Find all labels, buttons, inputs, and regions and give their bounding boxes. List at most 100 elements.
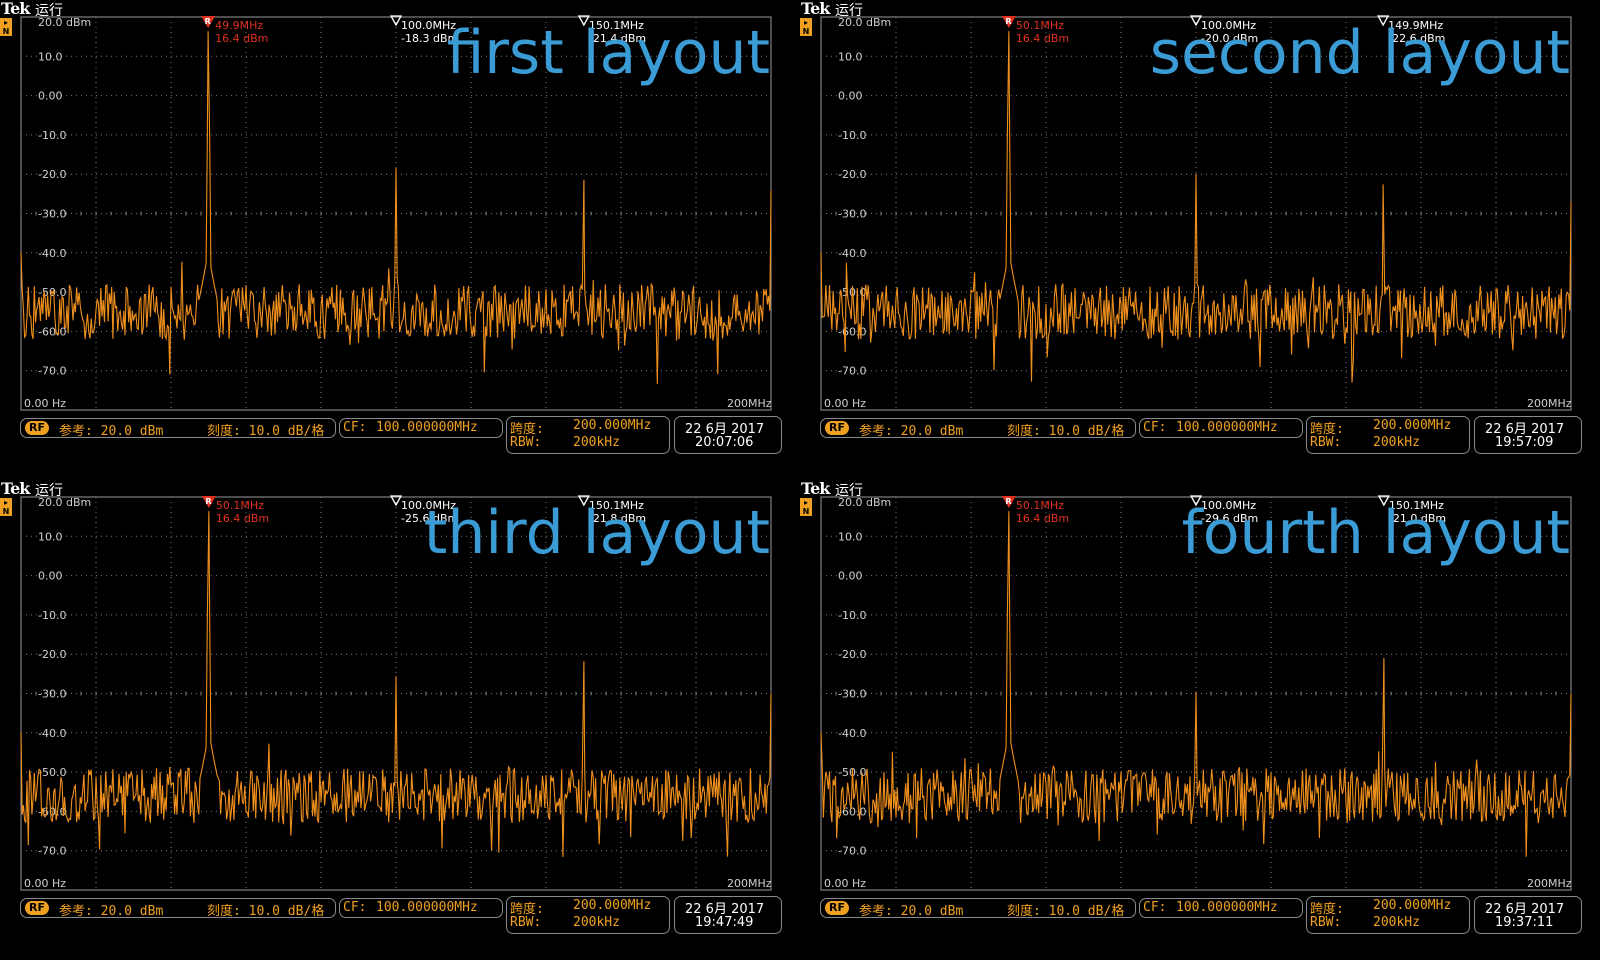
status-footer: RF 参考: 20.0 dBm 刻度: 10.0 dB/格 CF: 100.000000… [820,896,1600,938]
time-text: 19:47:49 [695,915,754,930]
span-rbw-box[interactable]: 跨度: 200.000MHz RBW: 200kHz [1306,896,1470,934]
rbw-label: RBW: [510,435,542,450]
y-tick-label: -40.0 [38,247,66,260]
y-tick-label: -30.0 [838,208,866,221]
y-tick-label: 0.00 [838,570,863,583]
marker-freq-readout: 50.1MHz [1016,499,1064,512]
center-freq-box[interactable]: CF: 100.000000MHz [339,418,503,438]
spectrum-panel-3: Tek 运行 ▸ N 20.0 dBm 10.0 0.00 -10.0 -20.0 -30.0 -4… [0,479,800,960]
y-tick-label: -70.0 [38,845,66,858]
reference-marker-symbol: R [205,17,211,26]
y-tick-label: -20.0 [38,168,66,181]
cf-value: 100.000000MHz [376,900,478,915]
y-tick-label: -50.0 [38,766,66,779]
rf-badge: RF [825,421,849,435]
scale-text: 刻度: 10.0 dB/格 [207,424,325,439]
spectrum-panel-2: Tek 运行 ▸ N 20.0 dBm 10.0 0.00 -10.0 -20.0 -30.0 -4… [800,0,1600,480]
ref-level-box[interactable]: RF 参考: 20.0 dBm 刻度: 10.0 dB/格 [20,898,336,919]
span-rbw-box[interactable]: 跨度: 200.000MHz RBW: 200kHz [1306,416,1470,454]
status-footer: RF 参考: 20.0 dBm 刻度: 10.0 dB/格 CF: 100.000000… [20,896,800,938]
datetime-box: 22 6月 2017 19:37:11 [1474,896,1582,934]
reference-marker-symbol: R [205,497,211,506]
rf-badge: RF [825,901,849,915]
rf-badge: RF [25,421,49,435]
x-start-label: 0.00 Hz [824,877,866,890]
ref-level-text: 参考: 20.0 dBm [859,904,964,919]
rbw-value: 200kHz [573,915,620,930]
y-tick-label: -30.0 [838,688,866,701]
rbw-label: RBW: [1310,915,1342,930]
y-tick-label: -60.0 [38,325,66,338]
span-value: 200.000MHz [1373,418,1452,433]
cf-label: CF: [1143,900,1167,915]
span-value: 200.000MHz [573,418,652,433]
y-tick-label: -40.0 [38,727,66,740]
y-tick-label: -10.0 [38,129,66,142]
center-freq-box[interactable]: CF: 100.000000MHz [1139,898,1303,918]
center-freq-box[interactable]: CF: 100.000000MHz [339,898,503,918]
y-tick-label: -10.0 [38,609,66,622]
marker-level-readout: 16.4 dBm [216,512,269,525]
y-tick-label: 0.00 [38,570,63,583]
layout-title: first layout [446,18,770,88]
cf-label: CF: [343,900,367,915]
reference-marker-symbol: R [1005,17,1011,26]
marker-freq-readout: 50.1MHz [216,499,264,512]
x-end-label: 200MHz [727,397,772,410]
y-tick-label: -20.0 [838,168,866,181]
y-tick-label: -30.0 [38,208,66,221]
status-footer: RF 参考: 20.0 dBm 刻度: 10.0 dB/格 CF: 100.000000… [820,416,1600,458]
datetime-box: 22 6月 2017 20:07:06 [674,416,782,454]
cf-value: 100.000000MHz [1176,420,1278,435]
cf-value: 100.000000MHz [1176,900,1278,915]
y-tick-label: -10.0 [838,609,866,622]
center-freq-box[interactable]: CF: 100.000000MHz [1139,418,1303,438]
y-tick-label: 20.0 dBm [838,16,891,29]
span-value: 200.000MHz [573,898,652,913]
rbw-value: 200kHz [1373,915,1420,930]
scale-text: 刻度: 10.0 dB/格 [1007,424,1125,439]
marker-level-readout: 16.4 dBm [215,32,268,45]
x-start-label: 0.00 Hz [24,877,66,890]
layout-title: second layout [1149,18,1570,88]
y-tick-label: -40.0 [838,727,866,740]
time-text: 20:07:06 [695,435,754,450]
ref-level-text: 参考: 20.0 dBm [859,424,964,439]
cf-label: CF: [343,420,367,435]
layout-title: third layout [423,498,770,568]
y-tick-label: -30.0 [38,688,66,701]
spectrum-panel-1: Tek 运行 ▸ N 20.0 dBm 10.0 0.00 -10.0 -20.0 -30.0 -4… [0,0,800,480]
marker-level-readout: 16.4 dBm [1016,512,1069,525]
rbw-value: 200kHz [573,435,620,450]
y-tick-label: -40.0 [838,247,866,260]
layout-title: fourth layout [1181,498,1570,568]
cf-label: CF: [1143,420,1167,435]
span-rbw-box[interactable]: 跨度: 200.000MHz RBW: 200kHz [506,416,670,454]
ref-level-text: 参考: 20.0 dBm [59,904,164,919]
x-end-label: 200MHz [727,877,772,890]
y-tick-label: 20.0 dBm [38,496,91,509]
y-tick-label: 10.0 [838,50,863,63]
span-rbw-box[interactable]: 跨度: 200.000MHz RBW: 200kHz [506,896,670,934]
marker-freq-readout: 49.9MHz [215,19,263,32]
x-end-label: 200MHz [1527,397,1572,410]
y-tick-label: -70.0 [38,365,66,378]
y-tick-label: -70.0 [838,365,866,378]
y-tick-label: 20.0 dBm [38,16,91,29]
x-end-label: 200MHz [1527,877,1572,890]
y-tick-label: 0.00 [838,90,863,103]
status-footer: RF 参考: 20.0 dBm 刻度: 10.0 dB/格 CF: 100.000000… [20,416,800,458]
x-start-label: 0.00 Hz [824,397,866,410]
x-start-label: 0.00 Hz [24,397,66,410]
rbw-value: 200kHz [1373,435,1420,450]
datetime-box: 22 6月 2017 19:57:09 [1474,416,1582,454]
rbw-label: RBW: [510,915,542,930]
ref-level-box[interactable]: RF 参考: 20.0 dBm 刻度: 10.0 dB/格 [820,418,1136,439]
y-tick-label: -60.0 [838,805,866,818]
ref-level-box[interactable]: RF 参考: 20.0 dBm 刻度: 10.0 dB/格 [20,418,336,439]
ref-level-text: 参考: 20.0 dBm [59,424,164,439]
y-tick-label: 10.0 [38,530,63,543]
time-text: 19:57:09 [1495,435,1554,450]
ref-level-box[interactable]: RF 参考: 20.0 dBm 刻度: 10.0 dB/格 [820,898,1136,919]
reference-marker-symbol: R [1005,497,1011,506]
